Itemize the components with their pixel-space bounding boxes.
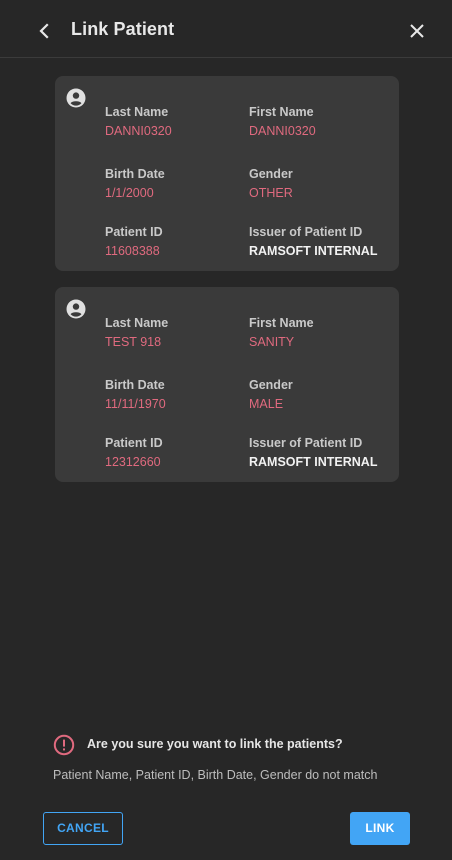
gender-value: OTHER bbox=[249, 186, 293, 200]
patient-id-value: 11608388 bbox=[105, 244, 160, 258]
patient-id-label: Patient ID bbox=[105, 225, 163, 239]
first-name-label: First Name bbox=[249, 105, 314, 119]
patient-id-field: Patient ID 12312660 bbox=[105, 436, 163, 469]
gender-value: MALE bbox=[249, 397, 284, 411]
gender-label: Gender bbox=[249, 167, 293, 181]
last-name-field: Last Name DANNI0320 bbox=[105, 105, 172, 138]
panel-header: Link Patient bbox=[0, 0, 452, 58]
issuer-label: Issuer of Patient ID bbox=[249, 436, 363, 450]
first-name-value: SANITY bbox=[249, 335, 295, 349]
issuer-field: Issuer of Patient ID RAMSOFT INTERNAL bbox=[249, 436, 377, 469]
last-name-value: DANNI0320 bbox=[105, 124, 172, 138]
mismatch-detail: Patient Name, Patient ID, Birth Date, Ge… bbox=[53, 768, 378, 782]
issuer-field: Issuer of Patient ID RAMSOFT INTERNAL bbox=[249, 225, 377, 258]
birth-date-field: Birth Date 11/11/1970 bbox=[105, 378, 166, 411]
birth-date-value: 11/11/1970 bbox=[105, 397, 166, 411]
link-confirmation-question: Are you sure you want to link the patien… bbox=[87, 737, 343, 751]
link-patient-panel: Link Patient Last Name DANNI0320 First N… bbox=[0, 0, 452, 860]
issuer-value: RAMSOFT INTERNAL bbox=[249, 455, 378, 469]
last-name-value: TEST 918 bbox=[105, 335, 162, 349]
patient-id-label: Patient ID bbox=[105, 436, 163, 450]
patient-id-value: 12312660 bbox=[105, 455, 161, 469]
last-name-label: Last Name bbox=[105, 316, 169, 330]
last-name-field: Last Name TEST 918 bbox=[105, 316, 168, 349]
gender-field: Gender OTHER bbox=[249, 167, 293, 200]
first-name-field: First Name DANNI0320 bbox=[249, 105, 316, 138]
birth-date-field: Birth Date 1/1/2000 bbox=[105, 167, 165, 200]
close-button[interactable] bbox=[407, 21, 427, 41]
birth-date-label: Birth Date bbox=[105, 378, 165, 392]
gender-label: Gender bbox=[249, 378, 293, 392]
first-name-label: First Name bbox=[249, 316, 314, 330]
birth-date-label: Birth Date bbox=[105, 167, 165, 181]
account-circle-icon bbox=[66, 299, 86, 319]
patient-card: Last Name TEST 918 First Name SANITY Bir… bbox=[55, 287, 399, 482]
patient-id-field: Patient ID 11608388 bbox=[105, 225, 163, 258]
cancel-button[interactable]: CANCEL bbox=[43, 812, 123, 845]
first-name-value: DANNI0320 bbox=[249, 124, 316, 138]
close-icon bbox=[410, 24, 424, 38]
issuer-value: RAMSOFT INTERNAL bbox=[249, 244, 378, 258]
first-name-field: First Name SANITY bbox=[249, 316, 314, 349]
patient-card: Last Name DANNI0320 First Name DANNI0320… bbox=[55, 76, 399, 271]
alert-circle-icon bbox=[53, 734, 75, 756]
last-name-label: Last Name bbox=[105, 105, 169, 119]
chevron-left-icon bbox=[39, 23, 49, 39]
account-circle-icon bbox=[66, 88, 86, 108]
issuer-label: Issuer of Patient ID bbox=[249, 225, 363, 239]
gender-field: Gender MALE bbox=[249, 378, 293, 411]
link-button[interactable]: LINK bbox=[350, 812, 410, 845]
page-title: Link Patient bbox=[71, 19, 175, 39]
back-button[interactable] bbox=[34, 21, 54, 41]
birth-date-value: 1/1/2000 bbox=[105, 186, 154, 200]
